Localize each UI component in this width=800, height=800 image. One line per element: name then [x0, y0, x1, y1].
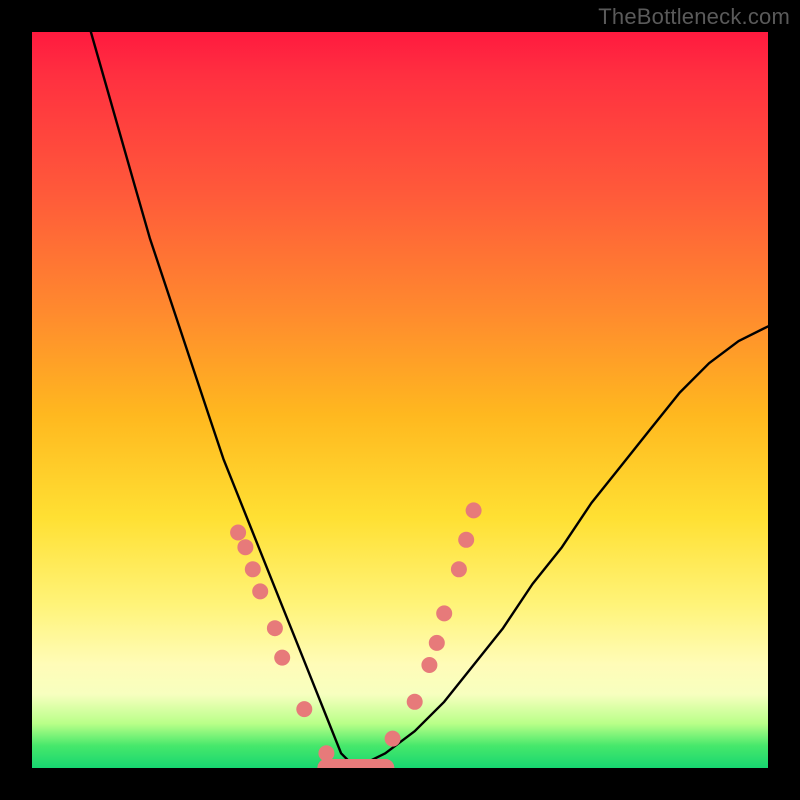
sample-dot	[267, 620, 283, 636]
sample-dot	[451, 561, 467, 577]
sample-dot	[407, 694, 423, 710]
watermark-text: TheBottleneck.com	[598, 4, 790, 30]
sample-dot	[230, 525, 246, 541]
sample-dot	[296, 701, 312, 717]
sample-dots-right	[385, 502, 482, 746]
curve-layer	[32, 32, 768, 768]
sample-dot	[385, 731, 401, 747]
sample-dot	[458, 532, 474, 548]
sample-dot	[318, 745, 334, 761]
sample-dot	[274, 650, 290, 666]
sample-dot	[466, 502, 482, 518]
sample-dot	[436, 605, 452, 621]
sample-dots-left	[230, 525, 334, 762]
optimal-flat-dots	[317, 759, 394, 768]
sample-dot	[252, 583, 268, 599]
sample-dot	[421, 657, 437, 673]
plot-area	[32, 32, 768, 768]
sample-dot	[429, 635, 445, 651]
sample-dot	[245, 561, 261, 577]
chart-stage: TheBottleneck.com	[0, 0, 800, 800]
sample-dot	[237, 539, 253, 555]
